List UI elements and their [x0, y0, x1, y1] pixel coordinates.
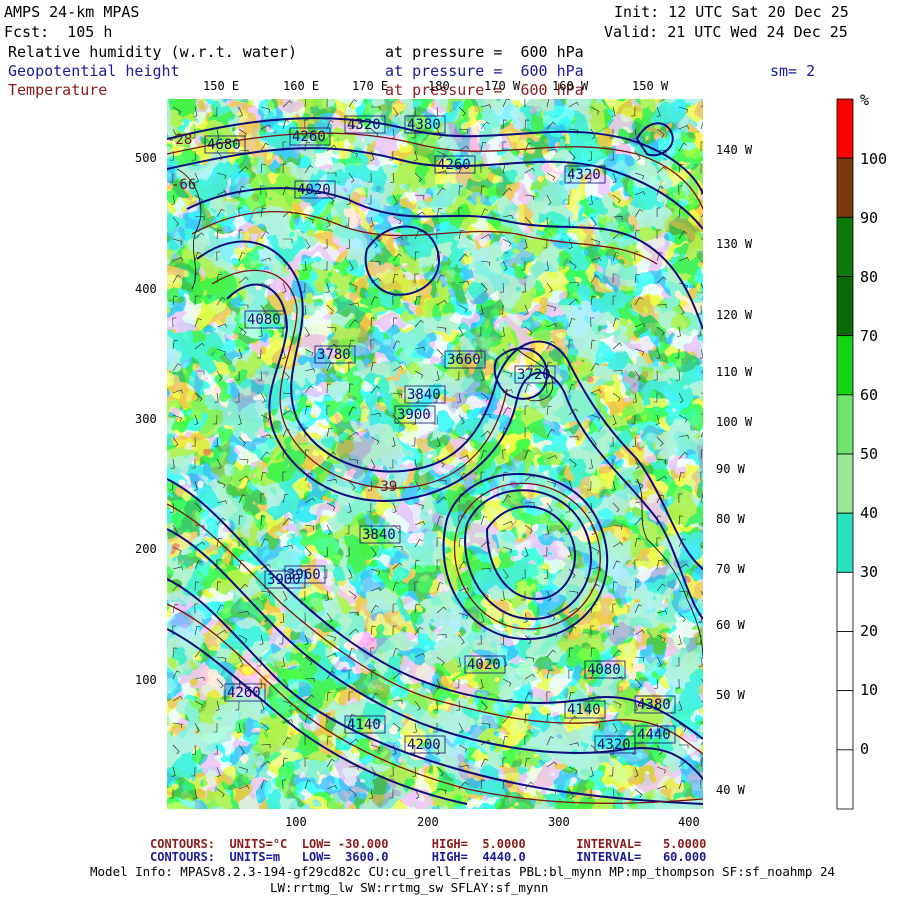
- height-label: 4200: [407, 737, 441, 753]
- right-lon-label: 80 W: [716, 512, 745, 526]
- height-label: 3660: [447, 352, 481, 368]
- model-info-physics: LW:rrtmg_lw SW:rrtmg_sw SFLAY:sf_mynn: [270, 880, 549, 895]
- top-lon-label: 180: [428, 79, 450, 93]
- right-lon-label: 130 W: [716, 237, 753, 251]
- height-label: 3720: [517, 367, 551, 383]
- top-lon-label: 170 W: [484, 79, 521, 93]
- field-level-height: at pressure = 600 hPa: [385, 62, 584, 80]
- top-lon-label: 170 E: [352, 79, 389, 93]
- colorbar-label: 40: [860, 504, 879, 522]
- temp-label: -28: [167, 132, 192, 148]
- height-label: 4260: [437, 157, 471, 173]
- temp-label: -39: [372, 479, 397, 495]
- right-lon-label: 90 W: [716, 462, 745, 476]
- model-title: AMPS 24-km MPAS: [4, 3, 140, 21]
- height-label: 4080: [587, 662, 621, 678]
- forecast-map: 4680 4260 4320 4380 4260 4320 4020 4080 3840 3900…: [167, 99, 703, 809]
- height-label: 3780: [317, 347, 351, 363]
- height-label: 3840: [362, 527, 396, 543]
- colorbar-label: 90: [860, 209, 879, 227]
- right-lon-label: 50 W: [716, 688, 745, 702]
- forecast-hour: Fcst: 105 h: [4, 23, 113, 41]
- right-lon-label: 100 W: [716, 415, 753, 429]
- y-tick-label: 100: [135, 673, 157, 687]
- height-label: 4320: [597, 737, 631, 753]
- x-tick-label: 100: [285, 815, 307, 829]
- height-label: 4260: [292, 129, 326, 145]
- height-label: 4260: [227, 685, 261, 701]
- height-label: 4080: [247, 312, 281, 328]
- colorbar-label: 30: [860, 563, 879, 581]
- x-tick-label: 400: [678, 815, 700, 829]
- model-info: Model Info: MPASv8.2.3-194-gf29cd82c CU:…: [90, 864, 836, 879]
- height-label: 4380: [637, 697, 671, 713]
- colorbar-swatch: [836, 216, 854, 277]
- right-lon-label: 40 W: [716, 783, 745, 797]
- humidity-colorbar: [836, 98, 854, 814]
- height-label: 4320: [567, 167, 601, 183]
- colorbar-label: 80: [860, 268, 879, 286]
- height-label: 4020: [297, 182, 331, 198]
- y-tick-label: 300: [135, 412, 157, 426]
- colorbar-label: 100: [860, 150, 888, 168]
- colorbar-swatch: [836, 749, 854, 810]
- init-time: Init: 12 UTC Sat 20 Dec 25: [614, 3, 849, 21]
- temp-label: -66: [171, 177, 196, 193]
- colorbar-swatch: [836, 690, 854, 751]
- colorbar-label: 50: [860, 445, 879, 463]
- x-tick-label: 300: [548, 815, 570, 829]
- map-canvas: 4680 4260 4320 4380 4260 4320 4020 4080 3840 3900…: [167, 99, 703, 809]
- height-label: 4140: [567, 702, 601, 718]
- height-label: 4380: [407, 117, 441, 133]
- colorbar-label: 70: [860, 327, 879, 345]
- colorbar-label: 0: [860, 740, 870, 758]
- valid-time: Valid: 21 UTC Wed 24 Dec 25: [604, 23, 848, 41]
- colorbar-label: 20: [860, 622, 879, 640]
- colorbar-unit: %: [860, 91, 870, 109]
- right-lon-label: 140 W: [716, 143, 753, 157]
- right-lon-label: 60 W: [716, 618, 745, 632]
- colorbar-swatches: [836, 98, 854, 810]
- colorbar-swatch: [836, 512, 854, 573]
- right-lon-label: 70 W: [716, 562, 745, 576]
- height-label: 3840: [407, 387, 441, 403]
- colorbar-label: 60: [860, 386, 879, 404]
- colorbar-swatch: [836, 631, 854, 692]
- y-tick-label: 500: [135, 151, 157, 165]
- height-label: 4440: [637, 727, 671, 743]
- right-lon-label: 120 W: [716, 308, 753, 322]
- height-contour-info: CONTOURS: UNITS=m LOW= 3600.0 HIGH= 4440…: [150, 850, 707, 864]
- height-label: 3900: [267, 572, 301, 588]
- field-name-temp: Temperature: [8, 81, 108, 99]
- y-tick-label: 400: [135, 282, 157, 296]
- temp-contour-info: CONTOURS: UNITS=°C LOW= -30.000 HIGH= 5.…: [150, 837, 707, 851]
- top-lon-label: 160 E: [283, 79, 320, 93]
- colorbar-swatch: [836, 571, 854, 632]
- colorbar-swatch: [836, 98, 854, 159]
- field-name-rh: Relative humidity (w.r.t. water): [8, 43, 297, 61]
- colorbar-label: 10: [860, 681, 879, 699]
- colorbar-swatch: [836, 276, 854, 337]
- field-name-height: Geopotential height: [8, 62, 180, 80]
- right-lon-label: 110 W: [716, 365, 753, 379]
- top-lon-label: 160 W: [552, 79, 589, 93]
- colorbar-swatch: [836, 394, 854, 455]
- field-level-rh: at pressure = 600 hPa: [385, 43, 584, 61]
- smoothing-label: sm= 2: [770, 62, 816, 80]
- x-tick-label: 200: [417, 815, 439, 829]
- top-lon-label: 150 E: [203, 79, 240, 93]
- colorbar-swatch: [836, 453, 854, 514]
- humidity-shading-detail: [167, 99, 703, 809]
- top-lon-label: 150 W: [632, 79, 669, 93]
- height-label: 4140: [347, 717, 381, 733]
- y-tick-label: 200: [135, 542, 157, 556]
- height-label: 4020: [467, 657, 501, 673]
- height-label: 4680: [207, 137, 241, 153]
- height-label: 3900: [397, 407, 431, 423]
- height-label: 4320: [347, 117, 381, 133]
- colorbar-swatch: [836, 157, 854, 218]
- colorbar-swatch: [836, 335, 854, 396]
